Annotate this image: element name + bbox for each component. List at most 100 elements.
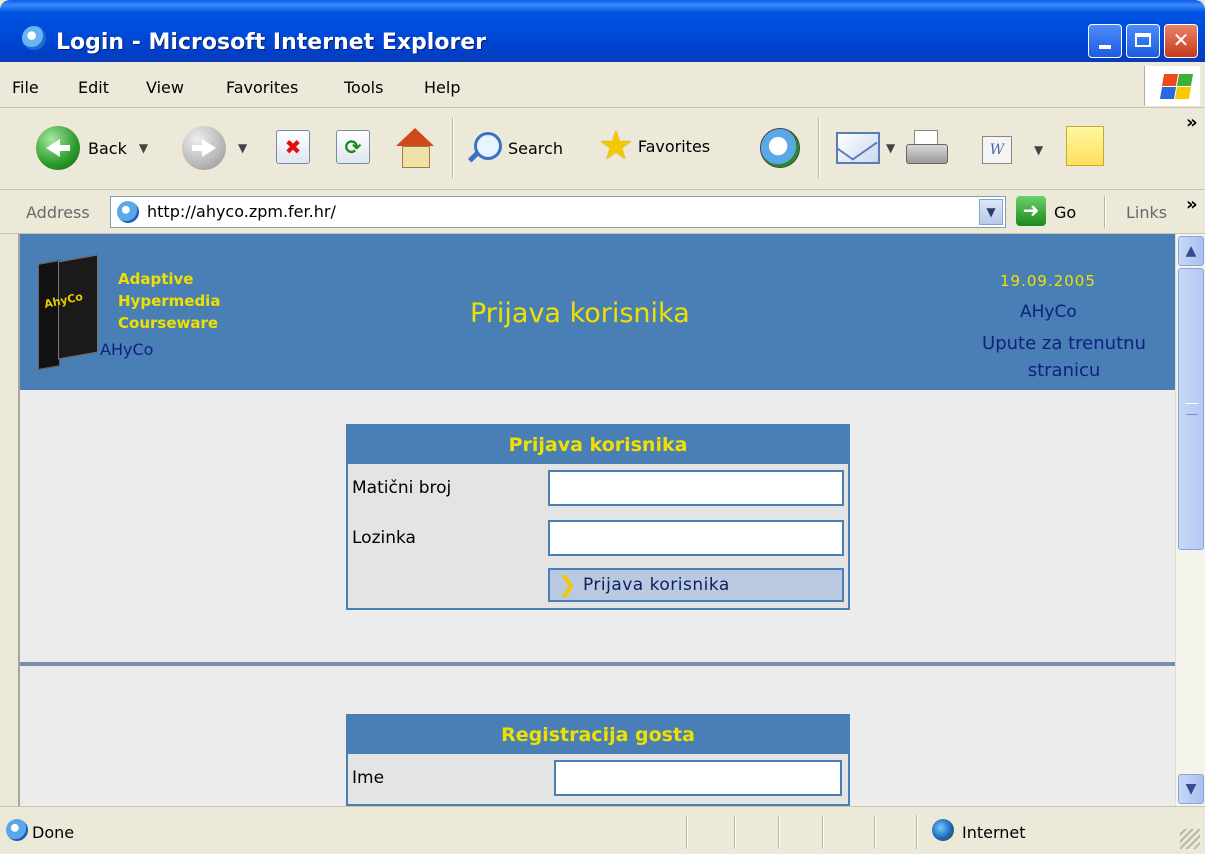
- minimize-button[interactable]: [1088, 24, 1122, 58]
- edit-dropdown-icon[interactable]: ▼: [1034, 143, 1043, 157]
- go-button[interactable]: Go: [1054, 203, 1076, 222]
- status-pane-divider: [686, 815, 688, 849]
- menu-help[interactable]: Help: [424, 78, 460, 97]
- password-label: Lozinka: [352, 528, 416, 548]
- discuss-button[interactable]: [1066, 126, 1104, 166]
- back-dropdown-icon[interactable]: ▼: [139, 141, 148, 155]
- guest-panel-title: Registracija gosta: [348, 716, 848, 754]
- login-panel-title: Prijava korisnika: [348, 426, 848, 464]
- forward-button[interactable]: ▼: [182, 126, 247, 170]
- search-button[interactable]: Search: [466, 130, 563, 166]
- login-row-submit: ❯ Prijava korisnika: [348, 564, 848, 608]
- status-pane-divider: [822, 815, 824, 849]
- search-label: Search: [508, 138, 563, 158]
- home-button[interactable]: [394, 128, 436, 168]
- back-arrow-icon: [36, 126, 80, 170]
- page-ie-icon: [117, 201, 139, 223]
- scroll-up-icon[interactable]: ▲: [1178, 236, 1204, 266]
- browser-window: Login - Microsoft Internet Explorer ✕ Fi…: [0, 0, 1205, 854]
- guest-row-name: Ime: [348, 754, 848, 804]
- page-header: AhyCo Adaptive Hypermedia Courseware AHy…: [20, 234, 1175, 390]
- windows-logo-icon: [1144, 66, 1200, 106]
- close-icon: ✕: [1172, 28, 1190, 52]
- guest-registration-panel: Registracija gosta Ime: [346, 714, 850, 806]
- mail-icon: [836, 132, 880, 164]
- vertical-scrollbar[interactable]: ▲ ▼: [1175, 234, 1205, 806]
- history-button[interactable]: [760, 128, 800, 168]
- resize-grip-icon[interactable]: [1180, 829, 1200, 849]
- close-button[interactable]: ✕: [1164, 24, 1198, 58]
- menu-favorites[interactable]: Favorites: [226, 78, 298, 97]
- id-number-input[interactable]: [548, 470, 844, 506]
- word-edit-icon: W: [982, 136, 1012, 164]
- login-row-id: Matični broj: [348, 464, 848, 514]
- login-row-password: Lozinka: [348, 514, 848, 564]
- menu-edit[interactable]: Edit: [78, 78, 109, 97]
- page-title: Prijava korisnika: [470, 298, 690, 329]
- mail-dropdown-icon[interactable]: ▼: [886, 141, 895, 155]
- ahyco-book-logo-icon: AhyCo: [32, 248, 100, 372]
- page-content: AhyCo Adaptive Hypermedia Courseware AHy…: [18, 234, 1175, 806]
- links-separator: [1104, 196, 1106, 228]
- links-button[interactable]: Links: [1126, 203, 1167, 222]
- login-button-label: Prijava korisnika: [582, 575, 730, 595]
- current-date: 19.09.2005: [1000, 272, 1096, 290]
- password-input[interactable]: [548, 520, 844, 556]
- toolbar-separator: [818, 118, 820, 178]
- chevron-right-icon: ❯: [558, 572, 577, 598]
- address-bar: Address http://ahyco.zpm.fer.hr/ ▼ ➜ Go …: [0, 190, 1205, 234]
- forward-arrow-icon: [182, 126, 226, 170]
- first-name-label: Ime: [352, 768, 385, 788]
- back-label: Back: [88, 138, 127, 158]
- stop-icon: ✖: [276, 130, 310, 164]
- forward-dropdown-icon[interactable]: ▼: [238, 141, 247, 155]
- internet-zone-globe-icon: [932, 819, 954, 841]
- menu-view[interactable]: View: [146, 78, 184, 97]
- logo-line-adaptive: Adaptive: [118, 270, 194, 288]
- toolbar-more-chevron-icon[interactable]: »: [1186, 112, 1198, 133]
- login-button[interactable]: ❯ Prijava korisnika: [548, 568, 844, 602]
- mail-button[interactable]: ▼: [836, 132, 895, 164]
- refresh-button[interactable]: ⟳: [336, 130, 370, 164]
- favorites-label: Favorites: [637, 136, 711, 156]
- window-title: Login - Microsoft Internet Explorer: [56, 30, 487, 55]
- minimize-icon: [1099, 45, 1111, 49]
- maximize-icon: [1135, 33, 1151, 47]
- menu-tools[interactable]: Tools: [344, 78, 383, 97]
- maximize-button[interactable]: [1126, 24, 1160, 58]
- search-icon: [466, 130, 502, 166]
- edit-button[interactable]: W ▼: [982, 136, 1043, 164]
- go-arrow-icon[interactable]: ➜: [1016, 196, 1046, 226]
- address-dropdown-icon[interactable]: ▼: [979, 199, 1003, 225]
- note-icon: [1066, 126, 1104, 166]
- id-number-label: Matični broj: [352, 478, 452, 498]
- scroll-down-icon[interactable]: ▼: [1178, 774, 1204, 804]
- first-name-input[interactable]: [554, 760, 842, 796]
- logo-line-hypermedia: Hypermedia: [118, 292, 221, 310]
- status-pane-divider: [734, 815, 736, 849]
- ie-icon: [22, 26, 46, 50]
- status-text: Done: [32, 823, 75, 842]
- help-link[interactable]: Upute za trenutnu stranicu: [946, 330, 1175, 384]
- status-pane-divider: [874, 815, 876, 849]
- logo-link[interactable]: AHyCo: [100, 340, 153, 359]
- history-icon: [760, 128, 800, 168]
- page-status-icon: [6, 819, 28, 841]
- status-pane-divider: [916, 815, 918, 849]
- address-input[interactable]: http://ahyco.zpm.fer.hr/ ▼: [110, 196, 1006, 228]
- menu-file[interactable]: File: [12, 78, 39, 97]
- address-url[interactable]: http://ahyco.zpm.fer.hr/: [147, 202, 336, 221]
- back-button[interactable]: Back ▼: [36, 126, 148, 170]
- standard-toolbar: Back ▼ ▼ ✖ ⟳ Search ★ Favorites ▼ W ▼ »: [0, 108, 1205, 190]
- stop-button[interactable]: ✖: [276, 130, 310, 164]
- refresh-icon: ⟳: [336, 130, 370, 164]
- print-button[interactable]: [904, 130, 948, 166]
- address-label: Address: [26, 203, 90, 222]
- home-icon: [394, 128, 436, 168]
- favorites-button[interactable]: ★ Favorites: [598, 126, 711, 166]
- app-name-link[interactable]: AHyCo: [1020, 302, 1077, 322]
- scroll-thumb[interactable]: [1178, 268, 1204, 550]
- menu-bar: File Edit View Favorites Tools Help: [0, 62, 1205, 108]
- logo-line-courseware: Courseware: [118, 314, 219, 332]
- links-chevron-icon[interactable]: »: [1186, 194, 1198, 215]
